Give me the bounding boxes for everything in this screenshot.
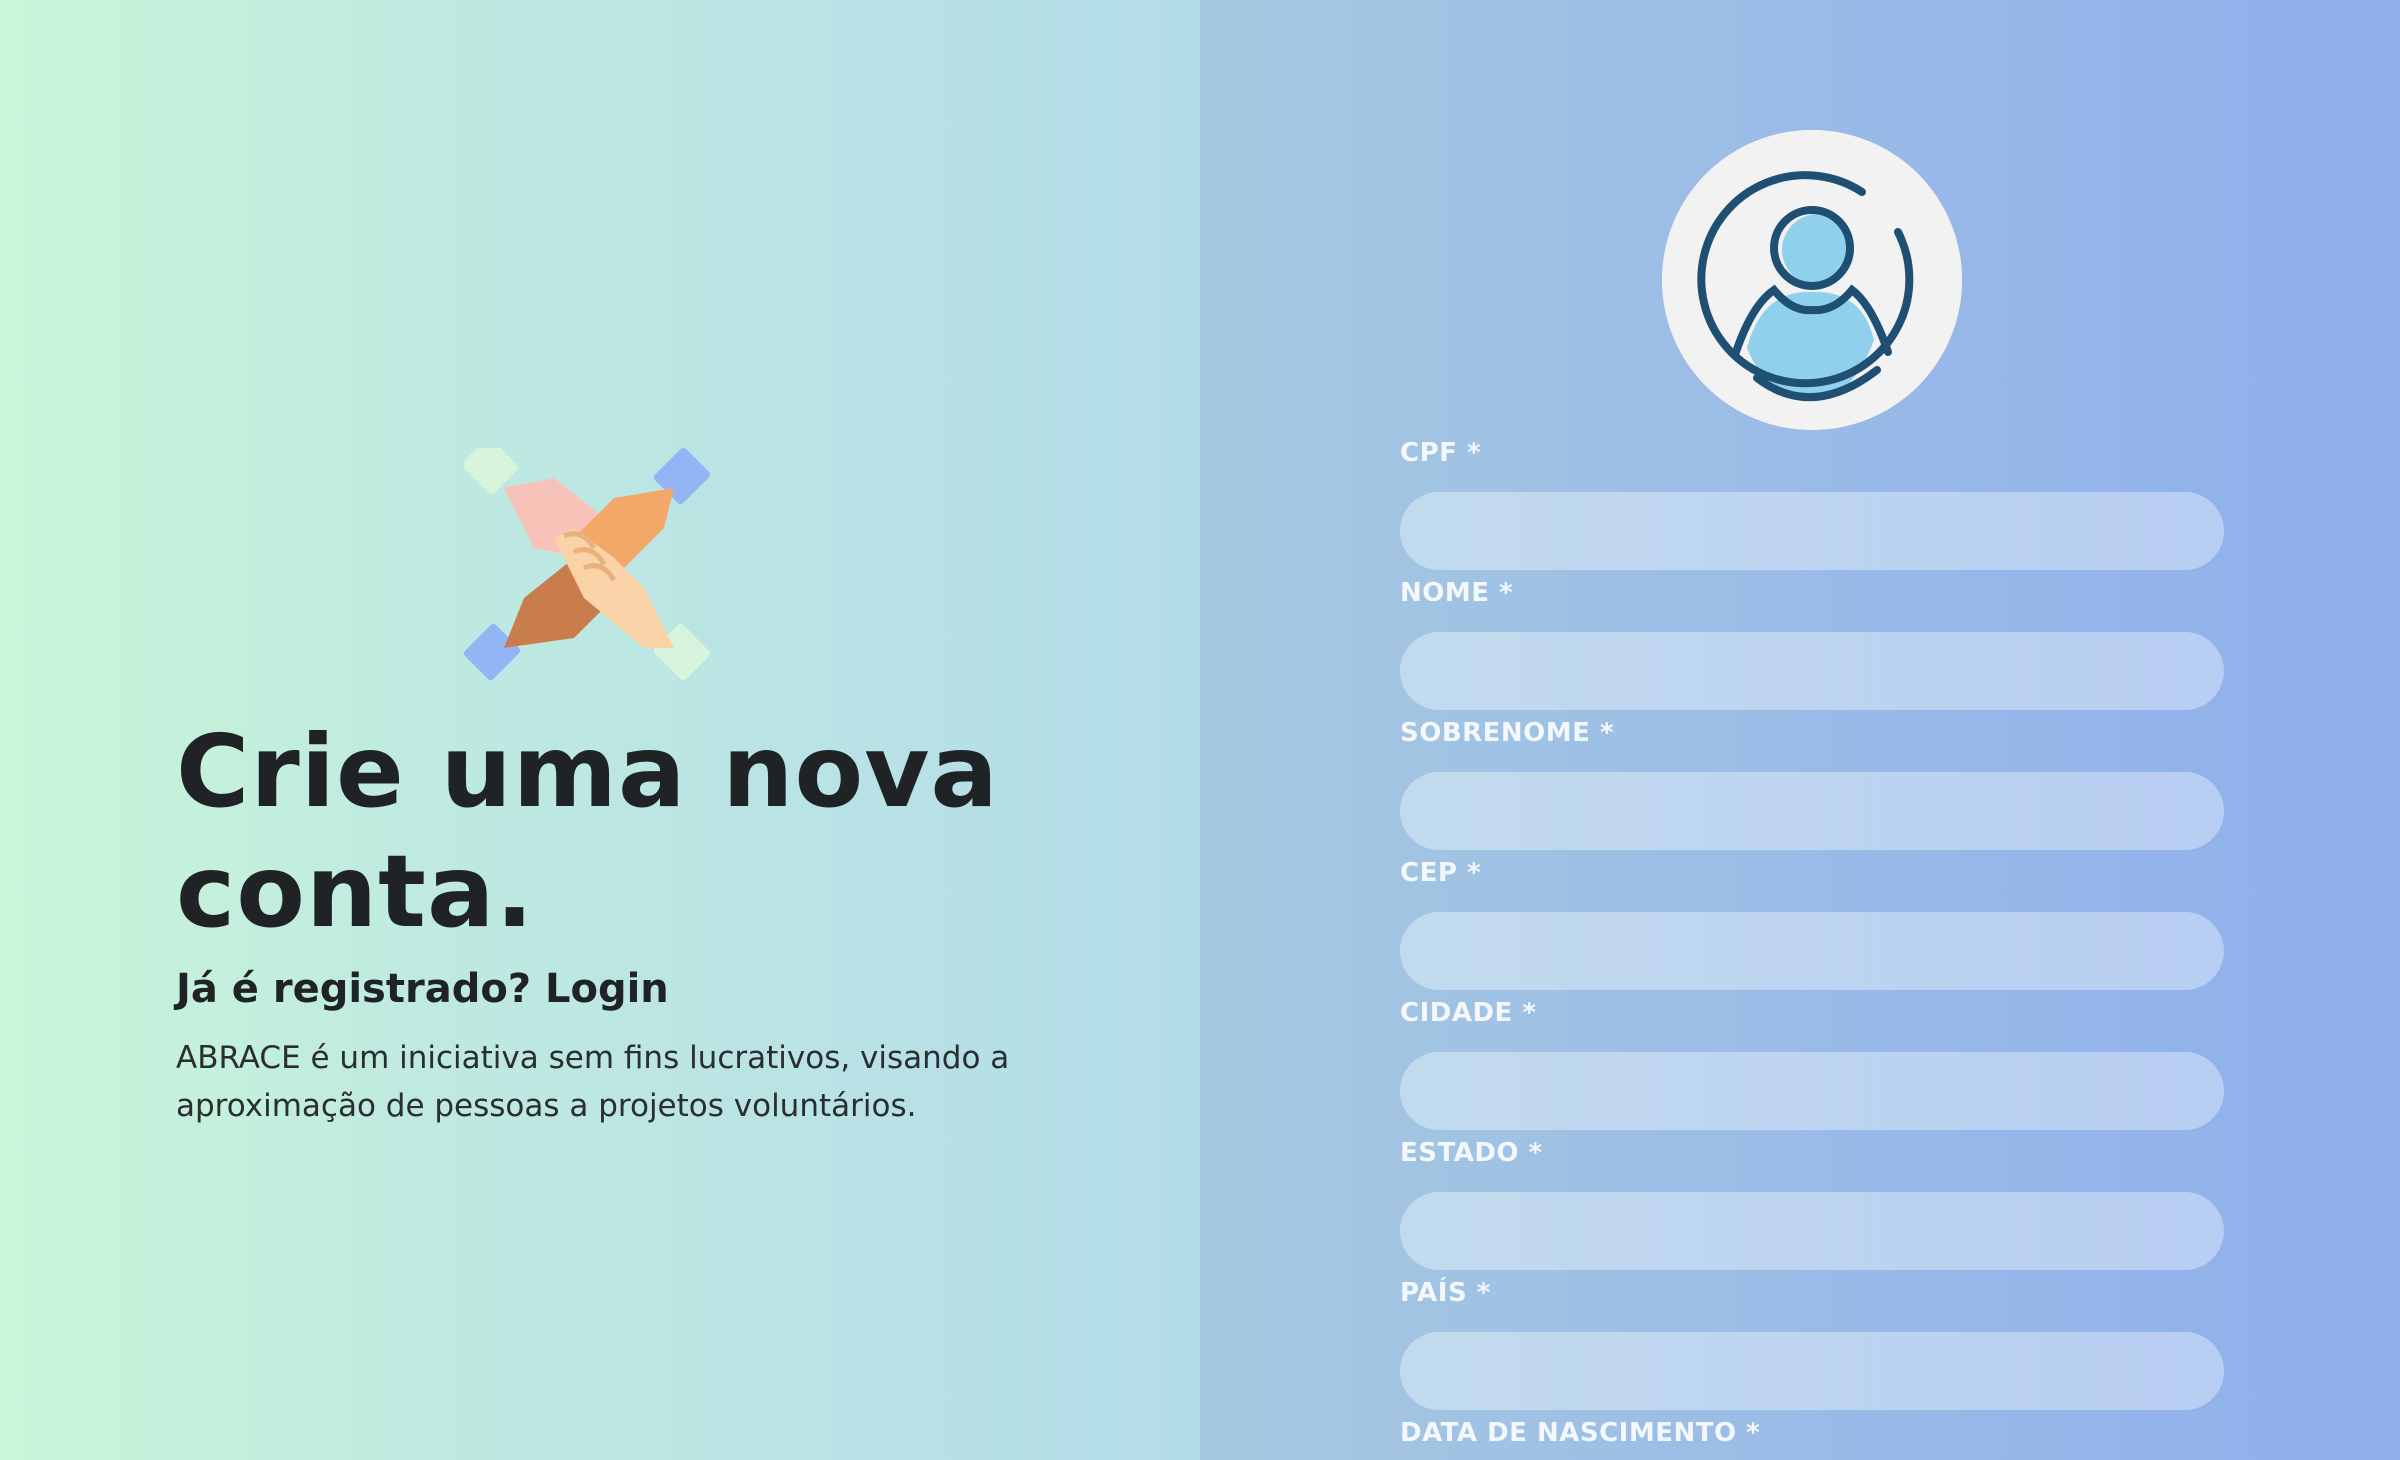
cep-label: CEP * bbox=[1400, 858, 1482, 888]
cidade-input[interactable] bbox=[1400, 1052, 2224, 1130]
login-prompt: Já é registrado? Login bbox=[176, 966, 669, 1012]
user-avatar-icon[interactable] bbox=[1662, 130, 1962, 430]
pais-label: PAÍS * bbox=[1400, 1278, 1491, 1308]
cpf-label: CPF * bbox=[1400, 438, 1482, 468]
estado-label: ESTADO * bbox=[1400, 1138, 1543, 1168]
cpf-input[interactable] bbox=[1400, 492, 2224, 570]
nome-input[interactable] bbox=[1400, 632, 2224, 710]
page-title: Crie uma nova conta. bbox=[176, 713, 999, 950]
description-text: ABRACE é um iniciativa sem fins lucrativ… bbox=[176, 1040, 1010, 1124]
estado-input[interactable] bbox=[1400, 1192, 2224, 1270]
intro-panel: Crie uma nova conta. Já é registrado? Lo… bbox=[0, 0, 1200, 1460]
pais-input[interactable] bbox=[1400, 1332, 2224, 1410]
sobrenome-label: SOBRENOME * bbox=[1400, 718, 1615, 748]
cidade-label: CIDADE * bbox=[1400, 998, 1537, 1028]
sobrenome-input[interactable] bbox=[1400, 772, 2224, 850]
nome-label: NOME * bbox=[1400, 578, 1514, 608]
stacked-hands-icon bbox=[462, 438, 712, 681]
already-registered-text: Já é registrado? bbox=[176, 966, 532, 1012]
cep-input[interactable] bbox=[1400, 912, 2224, 990]
login-link[interactable]: Login bbox=[545, 966, 669, 1012]
data-nascimento-label: DATA DE NASCIMENTO * bbox=[1400, 1418, 1761, 1448]
